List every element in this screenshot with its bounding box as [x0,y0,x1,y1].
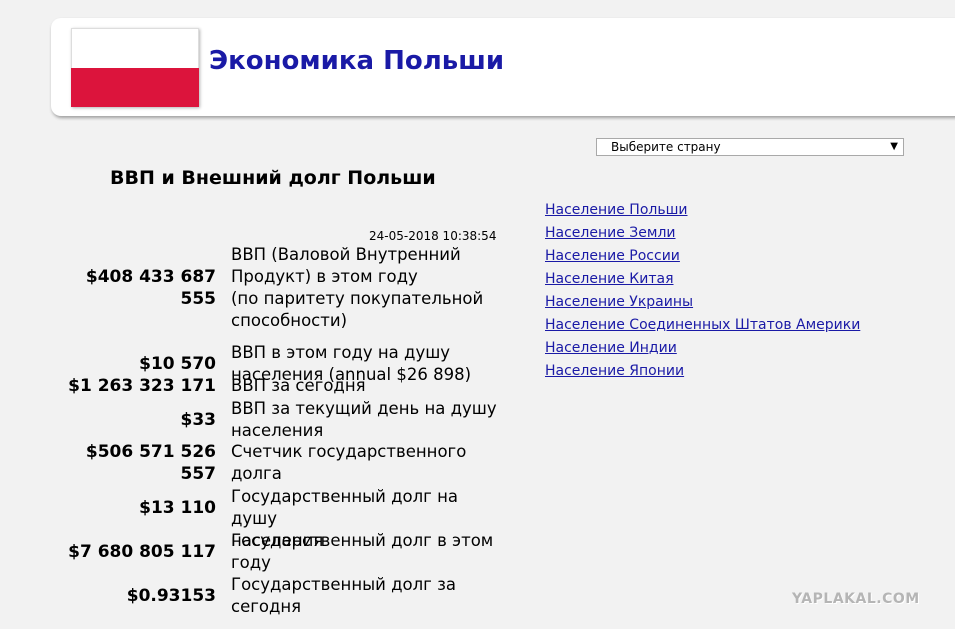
stat-value: $13 110 [139,498,216,518]
stat-value: $33 [180,410,217,430]
site-title[interactable]: Экономика Польши [209,46,504,76]
population-link[interactable]: Население Китая [545,268,860,291]
population-link[interactable]: Население Японии [545,360,860,383]
stat-value: $408 433 687 555 [85,267,216,309]
country-select[interactable]: Выберите страну ▼ [596,138,904,156]
country-select-value: Выберите страну [611,140,721,154]
stat-label: ВВП (Валовой Внутренний Продукт) в этом г… [231,245,484,330]
site-header: Экономика Польши [51,18,955,116]
population-link[interactable]: Население Индии [545,337,860,360]
poland-flag-image [71,28,199,107]
population-link[interactable]: Население Польши [545,199,860,222]
dropdown-arrow-icon: ▼ [890,141,898,152]
timestamp: 24-05-2018 10:38:54 [369,229,497,243]
stat-label: Счетчик государственного долга [231,442,467,483]
section-title: ВВП и Внешний долг Польши [110,167,436,189]
stat-label: Государственный долг за сегодня [231,575,456,616]
stat-value: $0.93153 [126,586,216,606]
watermark: YAPLAKAL.COM [792,591,920,607]
population-link[interactable]: Население России [545,245,860,268]
stat-value: $1 263 323 171 [68,376,216,396]
population-link[interactable]: Население Земли [545,222,860,245]
population-links: Население Польши Население Земли Население… [545,199,860,383]
stat-label: ВВП за сегодня [231,376,366,395]
stat-value: $7 680 805 117 [68,542,216,562]
stat-label: ВВП за текущий день на душу населения [231,399,497,440]
stat-label: Государственный долг в этом году [231,531,494,572]
stat-value: $506 571 526 557 [85,442,216,484]
population-link[interactable]: Население Украины [545,291,860,314]
stat-value: $10 570 [139,354,216,374]
population-link[interactable]: Население Соединенных Штатов Америки [545,314,860,337]
